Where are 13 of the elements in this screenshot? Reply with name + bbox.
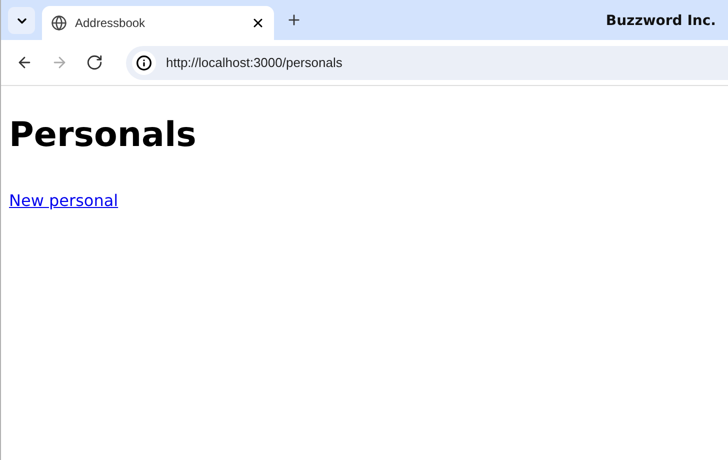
tab-title: Addressbook xyxy=(75,15,146,32)
globe-icon xyxy=(51,15,67,31)
browser-tab[interactable]: Addressbook xyxy=(42,6,274,40)
close-icon[interactable] xyxy=(251,16,265,30)
url-text: http://localhost:3000/personals xyxy=(166,54,342,72)
reload-button[interactable] xyxy=(85,54,103,72)
page-heading: Personals xyxy=(9,114,198,157)
tab-list-button[interactable] xyxy=(8,7,35,34)
new-personal-link[interactable]: New personal xyxy=(9,189,118,213)
new-tab-icon[interactable] xyxy=(286,12,302,28)
info-icon[interactable] xyxy=(132,50,156,74)
profile-name: Buzzword Inc. xyxy=(606,12,716,31)
address-bar[interactable]: http://localhost:3000/personals xyxy=(126,46,728,80)
